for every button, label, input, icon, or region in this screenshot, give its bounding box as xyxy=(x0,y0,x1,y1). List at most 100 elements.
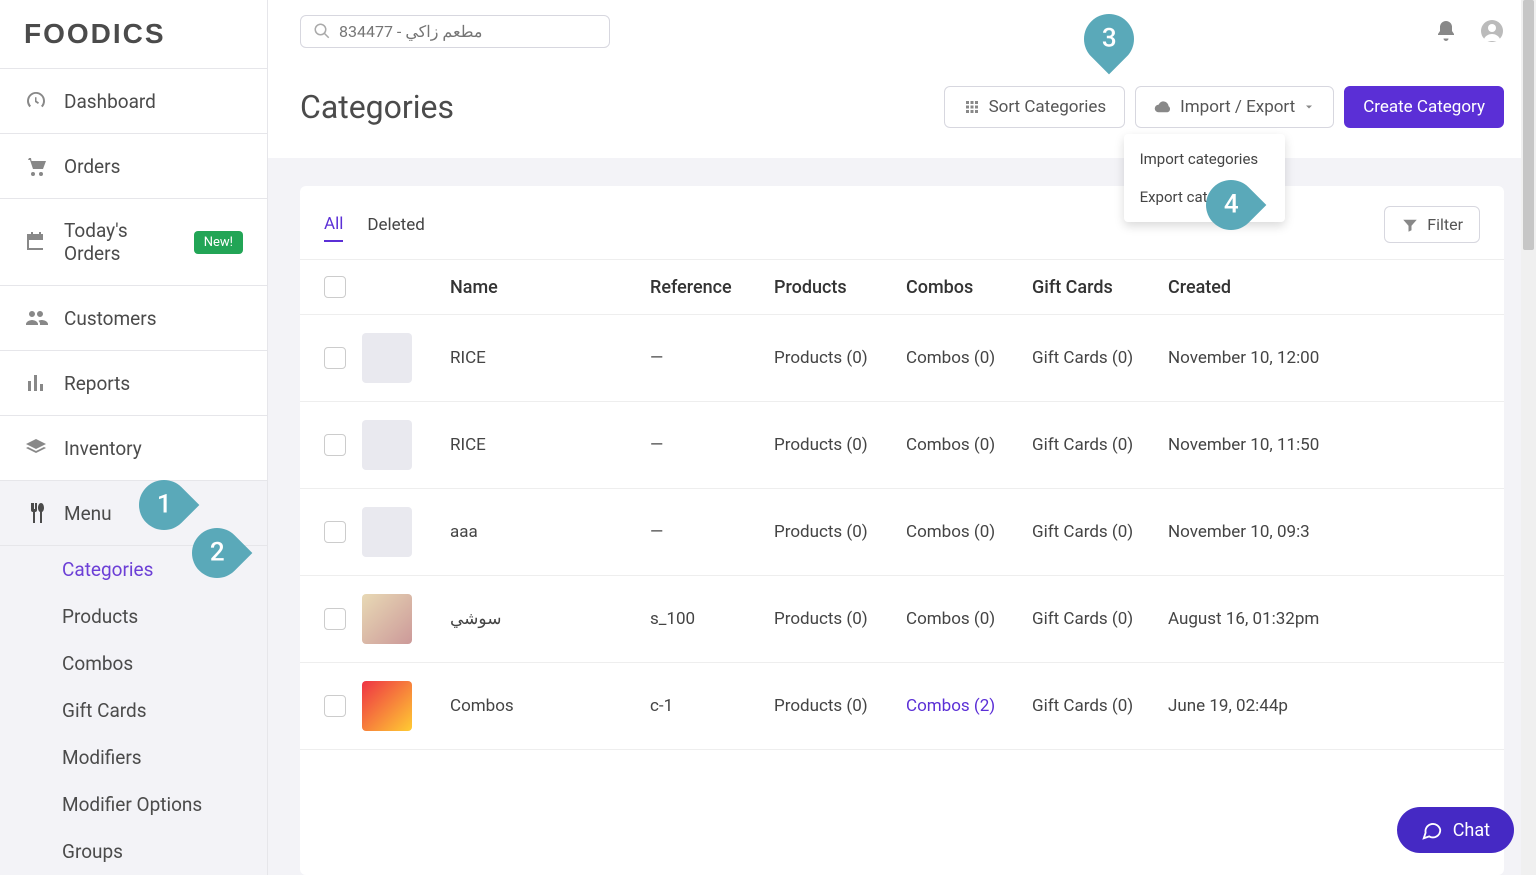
button-label: Sort Categories xyxy=(989,97,1107,117)
cell-created: November 10, 09:3 xyxy=(1168,522,1502,542)
browser-scrollbar[interactable] xyxy=(1521,0,1536,875)
cell-created: August 16, 01:32pm xyxy=(1168,609,1502,629)
search-box[interactable] xyxy=(300,15,610,48)
row-thumbnail xyxy=(362,420,412,470)
row-thumbnail xyxy=(362,681,412,731)
table-row[interactable]: RICE—Products (0)Combos (0)Gift Cards (0… xyxy=(300,315,1504,402)
subnav-modifiers[interactable]: Modifiers xyxy=(0,734,267,781)
grid-icon xyxy=(963,98,981,116)
calendar-icon xyxy=(24,230,48,254)
cell-name: RICE xyxy=(450,348,650,368)
layers-icon xyxy=(24,436,48,460)
sidebar-item-label: Inventory xyxy=(64,437,142,460)
row-checkbox[interactable] xyxy=(324,608,346,630)
sidebar: FOODICS Dashboard Orders Today's Orders … xyxy=(0,0,268,875)
tabs-row: All Deleted Filter xyxy=(300,186,1504,249)
cell-combos[interactable]: Combos (2) xyxy=(906,696,1032,716)
sidebar-item-label: Orders xyxy=(64,155,120,178)
search-input[interactable] xyxy=(339,22,597,41)
table-row[interactable]: RICE—Products (0)Combos (0)Gift Cards (0… xyxy=(300,402,1504,489)
row-checkbox[interactable] xyxy=(324,695,346,717)
cell-name: aaa xyxy=(450,522,650,542)
sidebar-item-label: Dashboard xyxy=(64,90,156,113)
search-icon xyxy=(313,22,331,40)
cell-products[interactable]: Products (0) xyxy=(774,348,906,368)
subnav-groups[interactable]: Groups xyxy=(0,828,267,875)
main: Categories Sort Categories Import / Expo… xyxy=(268,0,1536,875)
cell-name: RICE xyxy=(450,435,650,455)
sort-categories-button[interactable]: Sort Categories xyxy=(944,86,1126,128)
users-icon xyxy=(24,306,48,330)
cell-name: سوشي xyxy=(450,609,650,629)
sidebar-item-customers[interactable]: Customers xyxy=(0,286,267,351)
row-checkbox[interactable] xyxy=(324,434,346,456)
chat-widget[interactable]: Chat xyxy=(1397,807,1514,853)
table-row[interactable]: aaa—Products (0)Combos (0)Gift Cards (0)… xyxy=(300,489,1504,576)
table-header: Name Reference Products Combos Gift Card… xyxy=(300,259,1504,315)
cell-combos[interactable]: Combos (0) xyxy=(906,609,1032,629)
page-title: Categories xyxy=(300,88,454,126)
cloud-icon xyxy=(1154,98,1172,116)
cell-giftcards[interactable]: Gift Cards (0) xyxy=(1032,348,1168,368)
user-icon[interactable] xyxy=(1480,19,1504,43)
utensils-icon xyxy=(24,501,48,525)
chat-icon xyxy=(1421,819,1443,841)
cell-reference: — xyxy=(650,435,774,455)
row-thumbnail xyxy=(362,507,412,557)
sidebar-item-label: Customers xyxy=(64,307,157,330)
cell-products[interactable]: Products (0) xyxy=(774,696,906,716)
cell-name: Combos xyxy=(450,696,650,716)
brand-logo: FOODICS xyxy=(0,0,267,69)
content-card: All Deleted Filter Name Reference Produc… xyxy=(300,186,1504,875)
cell-products[interactable]: Products (0) xyxy=(774,609,906,629)
cart-icon xyxy=(24,154,48,178)
cell-products[interactable]: Products (0) xyxy=(774,522,906,542)
col-products: Products xyxy=(774,277,906,298)
table-row[interactable]: سوشيs_100Products (0)Combos (0)Gift Card… xyxy=(300,576,1504,663)
cell-products[interactable]: Products (0) xyxy=(774,435,906,455)
cell-combos[interactable]: Combos (0) xyxy=(906,435,1032,455)
sidebar-item-todays-orders[interactable]: Today's Orders New! xyxy=(0,199,267,286)
cell-created: November 10, 11:50 xyxy=(1168,435,1502,455)
subnav-modifier-options[interactable]: Modifier Options xyxy=(0,781,267,828)
cell-reference: c-1 xyxy=(650,696,774,716)
cell-giftcards[interactable]: Gift Cards (0) xyxy=(1032,696,1168,716)
cell-reference: — xyxy=(650,348,774,368)
subnav-gift-cards[interactable]: Gift Cards xyxy=(0,687,267,734)
sidebar-item-reports[interactable]: Reports xyxy=(0,351,267,416)
dropdown-import[interactable]: Import categories xyxy=(1124,140,1285,178)
cell-combos[interactable]: Combos (0) xyxy=(906,348,1032,368)
row-checkbox[interactable] xyxy=(324,347,346,369)
sidebar-item-inventory[interactable]: Inventory xyxy=(0,416,267,481)
bell-icon[interactable] xyxy=(1434,19,1458,43)
import-export-button[interactable]: Import / Export xyxy=(1135,86,1334,128)
subnav-combos[interactable]: Combos xyxy=(0,640,267,687)
sidebar-item-dashboard[interactable]: Dashboard xyxy=(0,69,267,134)
filter-button[interactable]: Filter xyxy=(1384,206,1480,243)
sidebar-item-label: Menu xyxy=(64,502,112,525)
button-label: Create Category xyxy=(1363,97,1485,117)
col-combos: Combos xyxy=(906,277,1032,298)
tab-all[interactable]: All xyxy=(324,214,343,242)
sidebar-item-orders[interactable]: Orders xyxy=(0,134,267,199)
col-giftcards: Gift Cards xyxy=(1032,277,1168,298)
cell-giftcards[interactable]: Gift Cards (0) xyxy=(1032,609,1168,629)
sidebar-item-label: Reports xyxy=(64,372,130,395)
cell-giftcards[interactable]: Gift Cards (0) xyxy=(1032,435,1168,455)
chevron-down-icon xyxy=(1303,101,1315,113)
cell-combos[interactable]: Combos (0) xyxy=(906,522,1032,542)
create-category-button[interactable]: Create Category xyxy=(1344,86,1504,128)
col-created: Created xyxy=(1168,277,1502,298)
gauge-icon xyxy=(24,89,48,113)
cell-giftcards[interactable]: Gift Cards (0) xyxy=(1032,522,1168,542)
row-thumbnail xyxy=(362,594,412,644)
chat-label: Chat xyxy=(1453,820,1490,841)
row-checkbox[interactable] xyxy=(324,521,346,543)
subnav-products[interactable]: Products xyxy=(0,593,267,640)
select-all-checkbox[interactable] xyxy=(324,276,346,298)
table-row[interactable]: Combosc-1Products (0)Combos (2)Gift Card… xyxy=(300,663,1504,750)
tab-deleted[interactable]: Deleted xyxy=(367,215,424,241)
button-label: Import / Export xyxy=(1180,97,1295,117)
cell-reference: s_100 xyxy=(650,609,774,629)
cell-created: June 19, 02:44p xyxy=(1168,696,1502,716)
